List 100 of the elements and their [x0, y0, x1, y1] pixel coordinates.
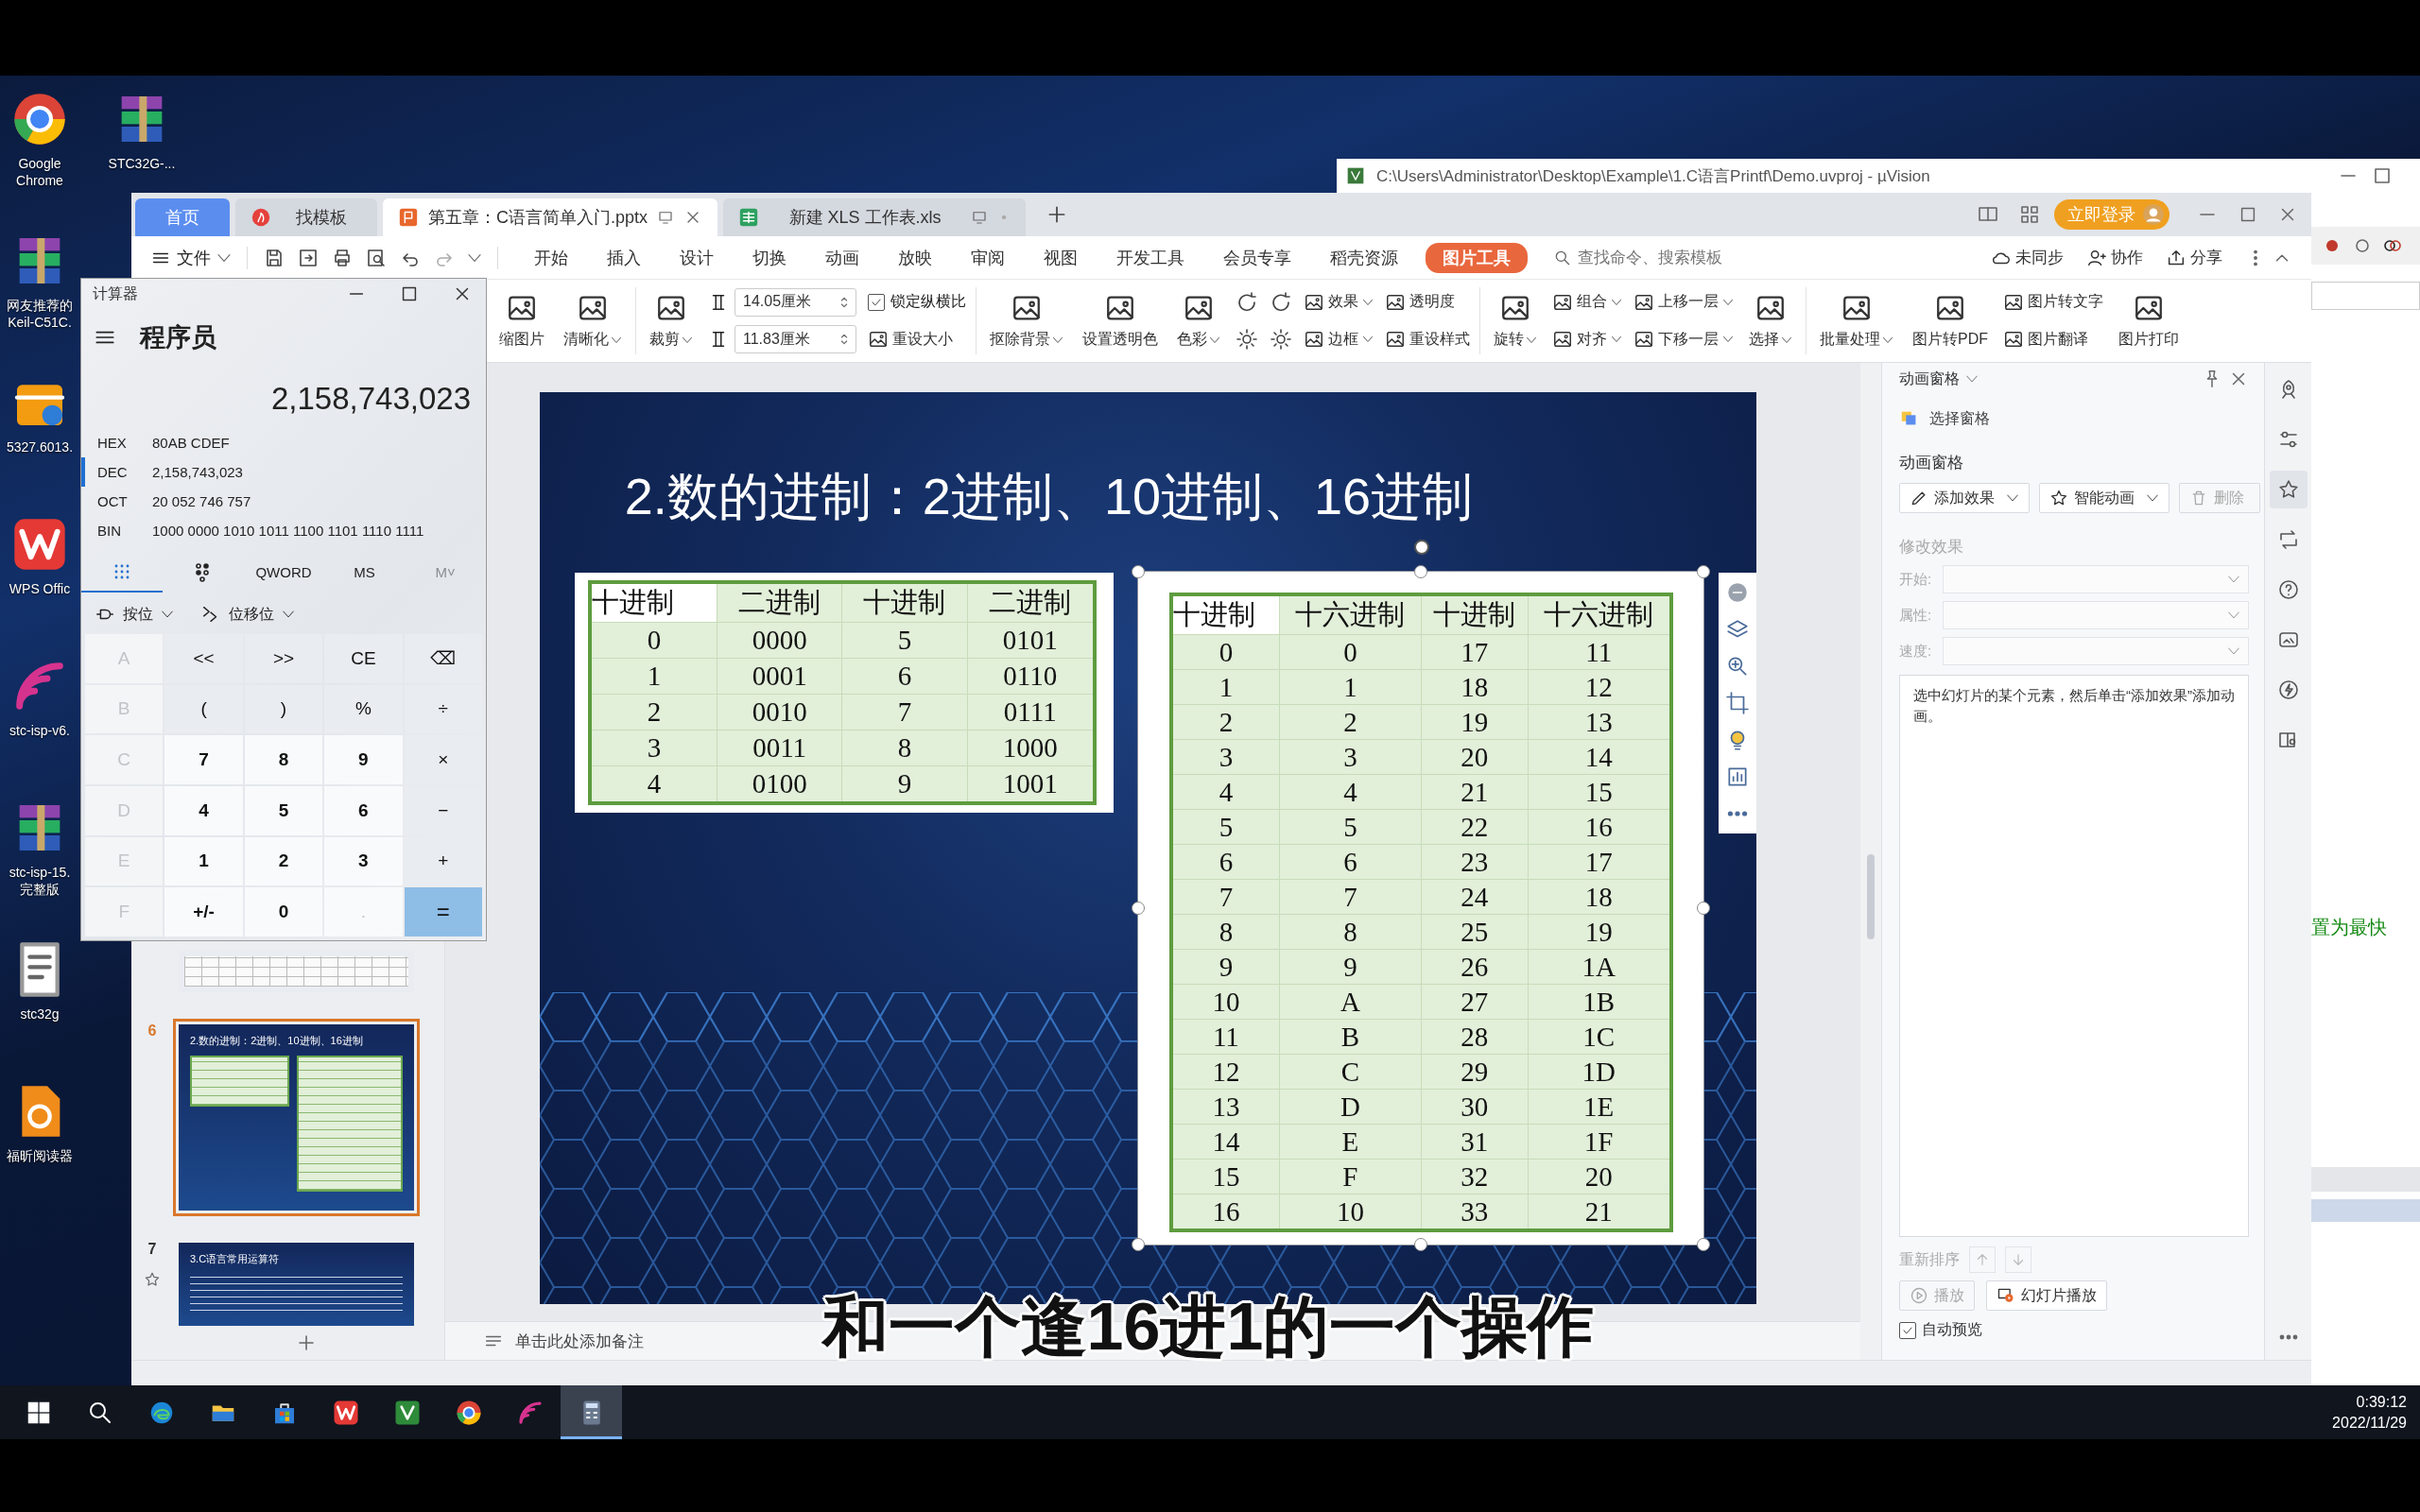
panel-title[interactable]: 动画窗格: [1899, 369, 1961, 389]
side-tool-button[interactable]: [2269, 471, 2308, 508]
resize-handle[interactable]: [1131, 1238, 1145, 1251]
number-key[interactable]: 8: [244, 735, 323, 784]
base-row[interactable]: DEC 2,158,743,023: [81, 457, 486, 487]
desktop-shortcut[interactable]: stc-isp-15. 完整版: [0, 792, 79, 898]
monitor-icon[interactable]: [971, 209, 989, 226]
ribbon-button[interactable]: 边框: [1304, 329, 1374, 351]
panel-button[interactable]: 添加效果: [1899, 483, 2031, 513]
desktop-shortcut[interactable]: stc-isp-v6.: [0, 650, 79, 739]
ribbon-button[interactable]: 图片转PDF: [1909, 288, 1992, 353]
number-key[interactable]: 7: [164, 735, 243, 784]
ribbon-tab[interactable]: 视图: [1032, 242, 1089, 273]
ribbon-tab[interactable]: 开始: [523, 242, 579, 273]
desktop-shortcut[interactable]: Google Chrome: [0, 83, 79, 189]
dropdown-field[interactable]: [1943, 565, 2250, 593]
scrollbar[interactable]: [1860, 363, 1882, 1360]
ribbon-button[interactable]: 上移一层: [1634, 291, 1734, 313]
base-label[interactable]: BIN: [97, 523, 152, 539]
operator-key[interactable]: ): [244, 684, 323, 734]
ribbon-button[interactable]: 图片打印: [2115, 288, 2183, 353]
ribbon-button[interactable]: 下移一层: [1634, 329, 1734, 351]
ribbon-tab[interactable]: 设计: [668, 242, 725, 273]
dropdown-button[interactable]: 位移位: [200, 604, 295, 625]
number-key[interactable]: 6: [324, 786, 403, 835]
desktop-shortcut[interactable]: 5327.6013.: [0, 367, 79, 455]
resize-handle[interactable]: [1696, 565, 1710, 578]
ribbon-button[interactable]: 色彩: [1173, 288, 1224, 353]
base-label[interactable]: HEX: [97, 435, 152, 451]
size-input[interactable]: 11.83厘米: [735, 325, 856, 354]
number-key[interactable]: 2: [244, 836, 323, 886]
base-row[interactable]: OCT 20 052 746 757: [81, 487, 486, 516]
ribbon-button[interactable]: 重设样式: [1385, 329, 1470, 351]
desktop-shortcut[interactable]: 福昕阅读器: [0, 1075, 79, 1164]
desktop-shortcut[interactable]: stc32g: [0, 934, 79, 1022]
notes-placeholder[interactable]: 单击此处添加备注: [514, 1330, 644, 1352]
dropdown-button[interactable]: 按位: [95, 604, 174, 625]
rotate-icon[interactable]: [1270, 290, 1292, 314]
ribbon-button[interactable]: 抠除背景: [986, 288, 1067, 353]
file-menu[interactable]: 文件: [150, 246, 241, 269]
crop-icon[interactable]: [1724, 691, 1750, 715]
monitor-icon[interactable]: [657, 209, 675, 226]
keypad-tab[interactable]: MS: [323, 553, 406, 593]
number-key[interactable]: 5: [244, 786, 323, 835]
toolbar-button[interactable]: 协作: [2086, 247, 2143, 268]
base-label[interactable]: DEC: [97, 464, 152, 480]
brightness-icon[interactable]: [1270, 328, 1292, 352]
panel-button[interactable]: 智能动画: [2039, 483, 2170, 513]
operator-key[interactable]: <<: [164, 634, 243, 683]
toolbar-button[interactable]: 分享: [2166, 247, 2222, 268]
number-key[interactable]: 4: [164, 786, 243, 835]
ribbon-button[interactable]: 图片翻译: [2003, 329, 2103, 351]
ribbon-button[interactable]: 透明度: [1385, 291, 1470, 313]
document-tab[interactable]: 第五章：C语言简单入门.pptx: [383, 198, 718, 236]
play-button[interactable]: 幻灯片播放: [1986, 1280, 2108, 1311]
operator-key[interactable]: CE: [324, 634, 403, 683]
ribbon-tab[interactable]: 切换: [741, 242, 798, 273]
resize-handle[interactable]: [1131, 902, 1145, 915]
ribbon-button[interactable]: 重设大小: [868, 329, 966, 350]
number-key[interactable]: 1: [164, 836, 243, 886]
ribbon-tab[interactable]: 放映: [887, 242, 943, 273]
number-key[interactable]: +/-: [164, 887, 243, 936]
brightness-icon[interactable]: [1236, 328, 1258, 352]
ribbon-tab[interactable]: 审阅: [959, 242, 1016, 273]
resize-handle[interactable]: [1131, 565, 1145, 578]
rotate-handle[interactable]: [1413, 540, 1429, 555]
ribbon-button[interactable]: 缩图片: [495, 288, 548, 353]
selection-pane-button[interactable]: 选择窗格: [1899, 408, 1991, 429]
command-search-field[interactable]: 查找命令、搜索模板: [1553, 247, 1769, 268]
number-key[interactable]: 3: [324, 836, 403, 886]
ribbon-button[interactable]: 图片转文字: [2003, 291, 2103, 313]
checkbox[interactable]: [1899, 1321, 1917, 1339]
ribbon-button[interactable]: 组合: [1552, 291, 1622, 313]
slide-thumbnail[interactable]: 2.数的进制：2进制、10进制、16进制: [173, 1019, 420, 1216]
ribbon-button[interactable]: 效果: [1304, 291, 1374, 313]
resize-handle[interactable]: [1413, 565, 1427, 578]
size-input[interactable]: 14.05厘米: [735, 287, 856, 317]
keypad-tab[interactable]: QWORD: [243, 553, 324, 593]
equals-key[interactable]: =: [404, 887, 482, 936]
operator-key[interactable]: ⌫: [404, 634, 482, 683]
taskbar-button[interactable]: [561, 1385, 622, 1439]
document-tab[interactable]: 新建 XLS 工作表.xls: [723, 198, 1027, 236]
operator-key[interactable]: %: [324, 684, 403, 734]
toolbar-button[interactable]: 未同步: [1991, 247, 2064, 268]
ribbon-tab[interactable]: 开发工具: [1105, 242, 1196, 273]
ribbon-button[interactable]: 旋转: [1490, 288, 1541, 353]
operator-key[interactable]: >>: [244, 634, 323, 683]
desktop-shortcut[interactable]: STC32G-...: [102, 83, 182, 172]
base-label[interactable]: OCT: [97, 493, 152, 509]
checkbox[interactable]: [868, 293, 885, 311]
base-row[interactable]: HEX 80AB CDEF: [81, 428, 486, 457]
ribbon-button[interactable]: 设置透明色: [1079, 288, 1162, 353]
rotate-icon[interactable]: [1236, 290, 1258, 314]
ribbon-button[interactable]: 对齐: [1552, 329, 1622, 351]
ribbon-tab[interactable]: 稻壳资源: [1319, 242, 1409, 273]
table-background[interactable]: 十进制 十六进制 十进制 十六进制 0 0 17 11 1 1 18 12 2 2 19 13 3 3 20 14 4 4 21 15 5 5 22 16 6 6 23 17 7 7 24 18 8 8 25 19 9 9 26 1A 10 A 27 1B 11 B 28 1C 12 C 29 1D 13 D 30 1E 14 E 31 1F 15 F 32 20 16 10 33 21: [1137, 572, 1703, 1245]
dropdown-field[interactable]: [1943, 601, 2250, 629]
dropdown-field[interactable]: [1943, 637, 2250, 665]
ribbon-button[interactable]: 批量处理: [1816, 288, 1897, 353]
number-key[interactable]: 9: [324, 735, 403, 784]
